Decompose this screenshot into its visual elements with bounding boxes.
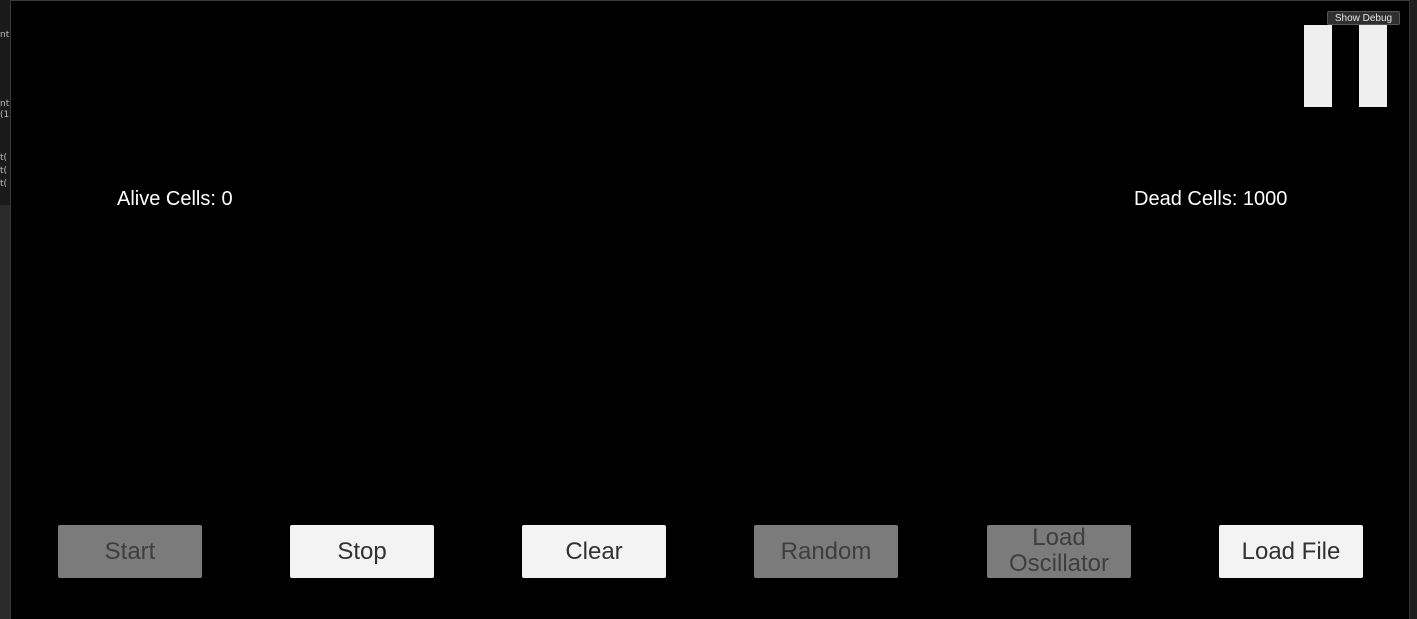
editor-console-panel: nt nt (1 t( t( t( (0, 0, 10, 205)
pause-button[interactable] (1304, 25, 1387, 107)
show-debug-button[interactable]: Show Debug (1327, 11, 1400, 25)
dead-cells-counter: Dead Cells: 1000 (1134, 188, 1288, 210)
view-top-border (10, 0, 1410, 1)
editor-text-snippet: t( (0, 153, 8, 163)
clear-button[interactable]: Clear (522, 525, 666, 578)
load-file-button-label: Load File (1241, 537, 1341, 565)
load-oscillator-label-line2: Oscillator (1008, 549, 1110, 577)
start-button[interactable]: Start (58, 525, 202, 578)
load-file-button[interactable]: Load File (1219, 525, 1363, 578)
game-view: nt nt (1 t( t( t( Show Debug Alive Cells… (0, 0, 1417, 619)
editor-text-snippet: (1 (0, 110, 10, 120)
load-oscillator-label-line1: Load (1032, 523, 1086, 551)
editor-text-snippet: nt (0, 30, 10, 40)
editor-text-snippet: t( (0, 179, 8, 189)
editor-right-edge (1409, 0, 1417, 619)
clear-button-label: Clear (565, 537, 623, 565)
editor-text-snippet: nt (0, 99, 10, 109)
random-button[interactable]: Random (754, 525, 898, 578)
stop-button-label: Stop (337, 537, 387, 565)
random-button-label: Random (780, 537, 872, 565)
start-button-label: Start (104, 537, 156, 565)
stop-button[interactable]: Stop (290, 525, 434, 578)
editor-side-panel: nt nt (1 t( t( t( (0, 0, 11, 619)
editor-text-snippet: t( (0, 166, 8, 176)
load-oscillator-button[interactable]: Load Oscillator (987, 523, 1131, 578)
pause-icon-left-bar (1304, 25, 1332, 107)
alive-cells-counter: Alive Cells: 0 (117, 188, 233, 210)
pause-icon-right-bar (1359, 25, 1387, 107)
